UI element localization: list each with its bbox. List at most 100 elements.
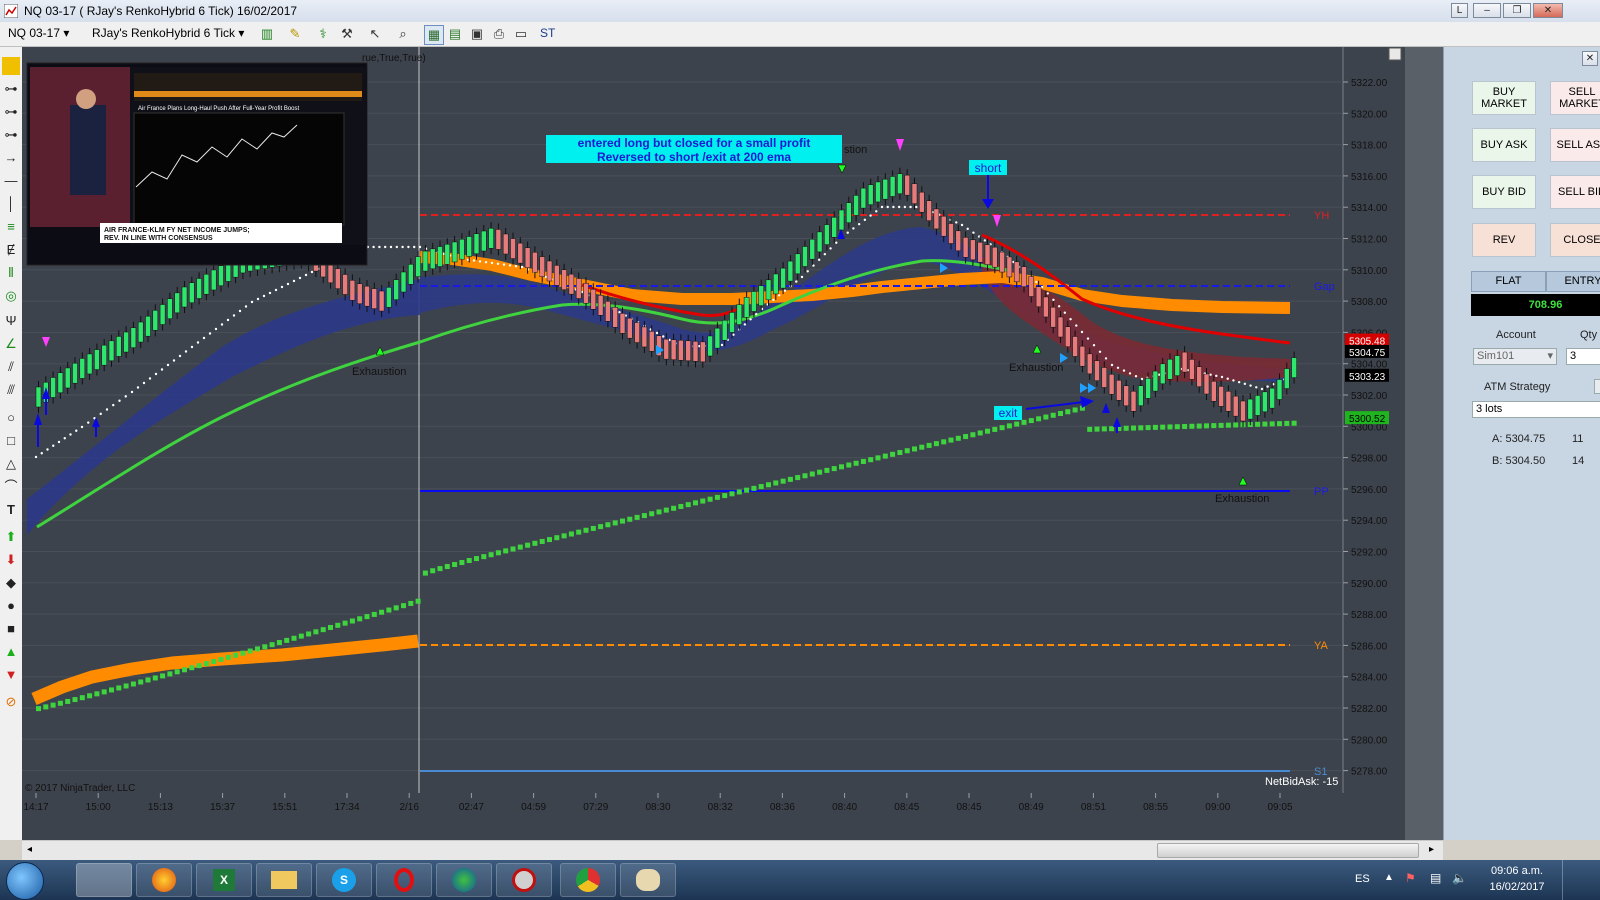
minimize-button[interactable]: – — [1473, 3, 1501, 18]
risk-reward-icon[interactable]: ⫻ — [2, 381, 20, 399]
scroll-left-icon[interactable]: ◂ — [27, 844, 32, 855]
show-desktop-button[interactable] — [1562, 860, 1600, 900]
qty-input[interactable]: 3 — [1566, 348, 1600, 365]
st-button[interactable]: ST — [540, 26, 555, 40]
candle-body — [167, 298, 173, 319]
taskbar-globe-icon[interactable] — [436, 863, 492, 897]
candle-body — [743, 297, 750, 318]
rev-button[interactable]: REV — [1472, 223, 1536, 257]
time-tick-label: 08:32 — [708, 802, 733, 813]
price-tick-label: 5298.00 — [1351, 454, 1388, 465]
taskbar-ninjatrader-icon[interactable] — [76, 863, 132, 897]
scroll-right-icon[interactable]: ▸ — [1429, 844, 1434, 855]
fib-time-icon[interactable]: ⦀ — [2, 264, 20, 282]
text-icon[interactable]: T — [2, 501, 20, 519]
tray-expand-icon[interactable]: ▲ — [1384, 872, 1394, 883]
extended-line-icon[interactable]: ⊶ — [2, 126, 20, 144]
regression-channel-icon[interactable]: ≡ — [2, 218, 20, 236]
arrow-up-icon[interactable]: ⬆ — [2, 528, 20, 546]
green-dot — [985, 428, 990, 434]
fibonacci-icon[interactable]: Ɇ — [2, 241, 20, 259]
green-dot — [758, 484, 764, 490]
vertical-line-icon[interactable]: │ — [2, 195, 20, 213]
link-button[interactable]: L — [1451, 3, 1468, 18]
taskbar-app-icon[interactable] — [496, 863, 552, 897]
square-icon[interactable]: ■ — [2, 620, 20, 638]
candle-body — [670, 339, 677, 360]
chart-scrollbar[interactable]: ◂ ▸ — [22, 840, 1443, 861]
scroll-thumb[interactable] — [1157, 843, 1419, 858]
arrow-down-icon[interactable]: ⬇ — [2, 551, 20, 569]
network-icon[interactable]: ▤ — [1430, 871, 1441, 885]
panel-close-icon[interactable]: ✕ — [1582, 51, 1598, 66]
horizontal-line-icon[interactable]: — — [2, 172, 20, 190]
triangle-down-icon[interactable]: ▼ — [2, 666, 20, 684]
triangle-up-icon[interactable]: ▲ — [2, 643, 20, 661]
taskbar-explorer-icon[interactable] — [256, 863, 312, 897]
green-dot — [291, 635, 297, 641]
atm-settings-button[interactable]: ... — [1594, 379, 1600, 394]
sell-bid-button[interactable]: SELL BID — [1550, 175, 1600, 209]
data-box-icon[interactable]: ▤ — [446, 25, 464, 43]
bar-type-dropdown[interactable]: RJay's RenkoHybrid 6 Tick ▾ — [92, 26, 244, 40]
ray-icon[interactable]: ⊶ — [2, 80, 20, 98]
cursor-icon[interactable]: ↖ — [366, 25, 384, 43]
close-window-button[interactable]: ✕ — [1533, 3, 1563, 18]
taskbar-skype-icon[interactable]: S — [316, 863, 372, 897]
diamond-icon[interactable]: ◆ — [2, 574, 20, 592]
buy-bid-button[interactable]: BUY BID — [1472, 175, 1536, 209]
instrument-dropdown[interactable]: NQ 03-17 ▾ — [8, 26, 69, 40]
account-dropdown[interactable]: Sim101 ▾ — [1473, 348, 1557, 365]
rectangle-icon[interactable]: □ — [2, 432, 20, 450]
sell-ask-button[interactable]: SELL ASK — [1550, 128, 1600, 162]
taskbar-excel-icon[interactable]: X — [196, 863, 252, 897]
trail-dot — [395, 245, 398, 249]
windows-taskbar: X S ES ▲ ⚑ ▤ 🔈 09:06 a.m. 16/02/2017 — [0, 860, 1600, 900]
dot-icon[interactable]: ● — [2, 597, 20, 615]
trail-dot — [280, 285, 284, 289]
pencil-icon[interactable]: ✎ — [286, 25, 304, 43]
indicator-icon[interactable]: ⚕ — [314, 25, 332, 43]
price-chart[interactable]: YH Gap PP YA S1 entered long but closed … — [22, 47, 1443, 840]
zoom-icon[interactable]: ⌕ — [394, 25, 412, 43]
chart-trader-icon[interactable]: ▦ — [424, 25, 444, 45]
ellipse-icon[interactable]: ○ — [2, 409, 20, 427]
andrews-pitchfork-icon[interactable]: Ψ — [2, 312, 20, 330]
gann-fan-icon[interactable]: ∠ — [2, 335, 20, 353]
taskbar-chrome-icon[interactable] — [560, 863, 616, 897]
bar-style-icon[interactable]: ▥ — [258, 25, 276, 43]
action-center-icon[interactable]: ⚑ — [1405, 871, 1416, 885]
start-button[interactable] — [6, 862, 44, 900]
arc-icon[interactable]: ⌒ — [2, 478, 20, 496]
color-swatch-icon[interactable] — [2, 57, 20, 75]
buy-ask-button[interactable]: BUY ASK — [1472, 128, 1536, 162]
taskbar-paint-icon[interactable] — [620, 863, 676, 897]
price-tag-label: 5300.52 — [1349, 414, 1386, 425]
remove-drawings-icon[interactable]: ⊘ — [2, 693, 20, 711]
arrow-line-icon[interactable]: → — [2, 149, 20, 167]
volume-icon[interactable]: 🔈 — [1452, 871, 1467, 885]
strategy-icon[interactable]: ⚒ — [338, 25, 356, 43]
candle-body — [1013, 261, 1020, 283]
restore-button[interactable]: ❐ — [1503, 3, 1531, 18]
taskbar-firefox-icon[interactable] — [136, 863, 192, 897]
atm-strategy-dropdown[interactable]: 3 lots▾ — [1472, 401, 1600, 418]
trail-dot — [1266, 385, 1269, 388]
taskbar-opera-icon[interactable] — [376, 863, 432, 897]
green-dot — [882, 453, 888, 459]
sell-market-button[interactable]: SELL MARKET — [1550, 81, 1600, 115]
green-dot — [72, 697, 78, 703]
line-icon[interactable]: ⊶ — [2, 103, 20, 121]
buy-market-button[interactable]: BUY MARKET — [1472, 81, 1536, 115]
news-video-inset[interactable]: Air France Plans Long-Haul Push After Fu… — [26, 62, 368, 266]
screenshot-icon[interactable]: ▣ — [468, 25, 486, 43]
triangle-icon[interactable]: △ — [2, 455, 20, 473]
language-indicator[interactable]: ES — [1355, 873, 1370, 885]
chart-menu-icon[interactable] — [1388, 47, 1402, 61]
ninjatrader-icon — [4, 4, 18, 18]
properties-icon[interactable]: ▭ — [512, 25, 530, 43]
ruler-icon[interactable]: ⫽ — [2, 358, 20, 376]
fib-circle-icon[interactable]: ◎ — [2, 287, 20, 305]
close-position-button[interactable]: CLOSE — [1550, 223, 1600, 257]
print-icon[interactable]: ⎙ — [490, 25, 508, 43]
